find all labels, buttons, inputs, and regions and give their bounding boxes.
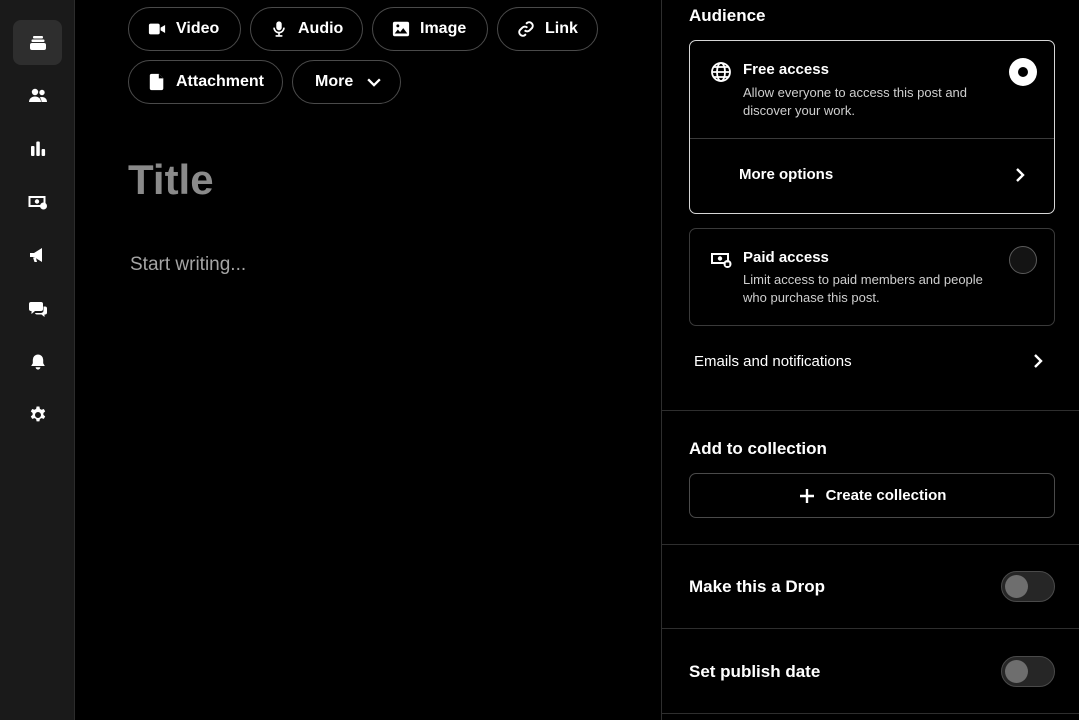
video-button-label: Video bbox=[176, 20, 220, 37]
body-input[interactable]: Start writing... bbox=[130, 254, 246, 276]
sidebar-item-promotions[interactable] bbox=[13, 232, 62, 277]
publish-date-label: Set publish date bbox=[689, 662, 821, 681]
more-button[interactable]: More bbox=[292, 60, 401, 104]
free-access-radio[interactable] bbox=[1009, 58, 1037, 86]
sidebar-item-analytics[interactable] bbox=[13, 126, 62, 171]
sidebar bbox=[0, 0, 75, 720]
image-button[interactable]: Image bbox=[372, 7, 488, 51]
link-icon bbox=[518, 21, 534, 37]
audio-button[interactable]: Audio bbox=[250, 7, 363, 51]
analytics-icon bbox=[30, 141, 45, 156]
more-options-button[interactable]: More options bbox=[739, 166, 833, 183]
attachment-button-label: Attachment bbox=[176, 73, 265, 90]
free-access-description: Allow everyone to access this post and d… bbox=[743, 85, 968, 118]
sidebar-item-settings[interactable] bbox=[13, 392, 62, 437]
audience-heading: Audience bbox=[689, 6, 766, 25]
link-button[interactable]: Link bbox=[497, 7, 598, 51]
sidebar-item-chats[interactable] bbox=[13, 286, 62, 331]
chevron-down-icon bbox=[367, 78, 381, 87]
section-divider bbox=[662, 713, 1079, 714]
video-camera-icon bbox=[148, 23, 166, 35]
create-collection-label: Create collection bbox=[825, 487, 947, 504]
section-divider bbox=[662, 544, 1079, 545]
section-divider bbox=[662, 410, 1079, 411]
free-access-title: Free access bbox=[743, 61, 829, 78]
megaphone-icon bbox=[29, 247, 42, 262]
emails-notifications-link[interactable]: Emails and notifications bbox=[694, 353, 852, 370]
file-icon bbox=[149, 73, 164, 91]
drop-toggle[interactable] bbox=[1001, 571, 1055, 602]
toggle-knob bbox=[1005, 660, 1028, 683]
emails-chevron-right-icon bbox=[1030, 353, 1046, 369]
toggle-knob bbox=[1005, 575, 1028, 598]
collection-heading: Add to collection bbox=[689, 439, 827, 458]
paid-money-icon bbox=[710, 249, 734, 271]
title-input[interactable]: Title bbox=[128, 156, 214, 204]
video-button[interactable]: Video bbox=[128, 7, 241, 51]
post-editor: Video Audio Image Link Attachment More T… bbox=[76, 0, 661, 720]
divider bbox=[690, 138, 1054, 139]
image-icon bbox=[392, 21, 410, 37]
gear-icon bbox=[30, 406, 45, 421]
app-root: Video Audio Image Link Attachment More T… bbox=[0, 0, 1079, 720]
sidebar-item-payouts[interactable] bbox=[13, 179, 62, 224]
sidebar-item-posts[interactable] bbox=[13, 20, 62, 65]
post-settings-panel: Audience Free access Allow everyone to a… bbox=[661, 0, 1079, 720]
chevron-right-icon bbox=[1012, 167, 1028, 183]
plus-icon bbox=[799, 488, 814, 503]
paid-access-radio[interactable] bbox=[1009, 246, 1037, 274]
publish-date-toggle[interactable] bbox=[1001, 656, 1055, 687]
create-collection-button[interactable]: Create collection bbox=[689, 473, 1055, 518]
microphone-icon bbox=[273, 21, 285, 37]
free-access-card: Free access Allow everyone to access thi… bbox=[689, 40, 1055, 214]
money-icon bbox=[28, 195, 47, 209]
chat-icon bbox=[28, 301, 47, 317]
sidebar-item-members[interactable] bbox=[13, 73, 62, 118]
link-button-label: Link bbox=[545, 20, 578, 37]
paid-access-card[interactable]: Paid access Limit access to paid members… bbox=[689, 228, 1055, 326]
section-divider bbox=[662, 628, 1079, 629]
members-icon bbox=[28, 88, 47, 102]
bell-icon bbox=[30, 354, 45, 370]
drop-label: Make this a Drop bbox=[689, 577, 826, 596]
globe-icon bbox=[710, 61, 732, 83]
paid-access-title: Paid access bbox=[743, 249, 829, 266]
image-button-label: Image bbox=[420, 20, 467, 37]
sidebar-item-notifications[interactable] bbox=[13, 339, 62, 384]
stack-icon bbox=[29, 35, 46, 50]
attachment-button[interactable]: Attachment bbox=[128, 60, 283, 104]
more-button-label: More bbox=[315, 73, 354, 90]
paid-access-description: Limit access to paid members and people … bbox=[743, 272, 983, 305]
audio-button-label: Audio bbox=[298, 20, 344, 37]
